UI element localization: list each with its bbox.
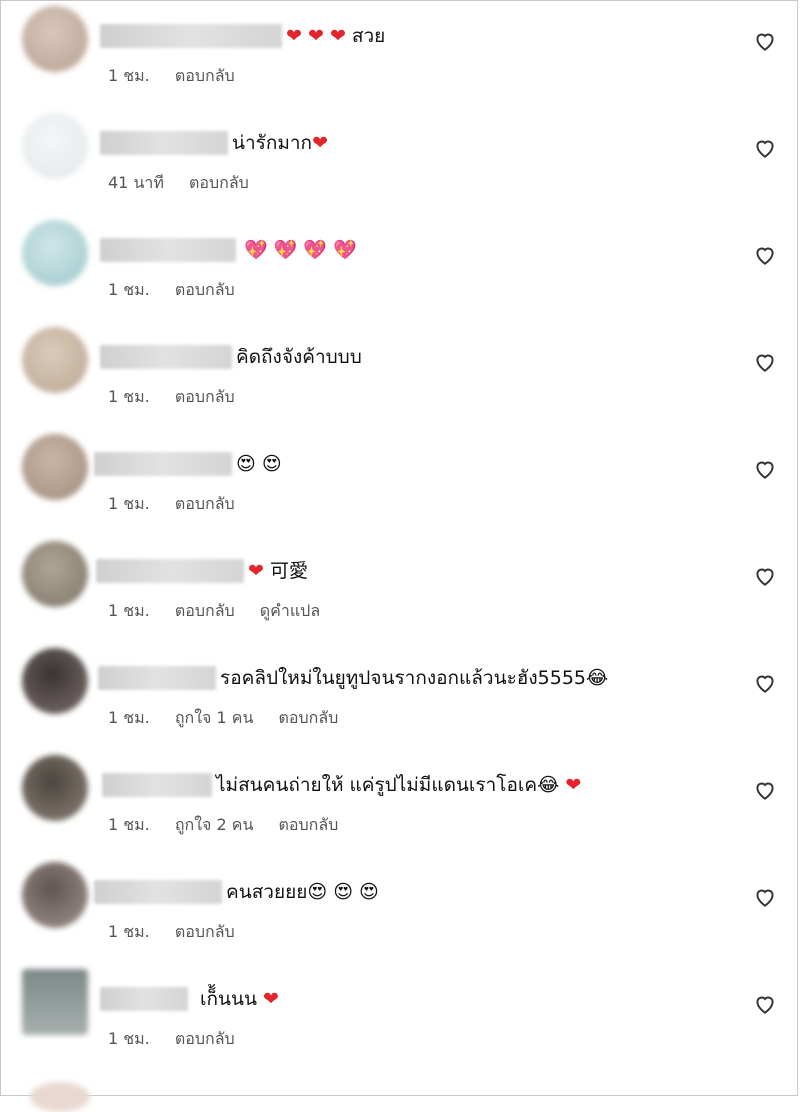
comment-item: ❤ ❤ ❤ สวย 1 ชม. ตอบกลับ <box>0 0 800 107</box>
avatar[interactable] <box>22 541 88 607</box>
comment-item: 😍 😍 1 ชม. ตอบกลับ <box>0 428 800 535</box>
comment-time: 1 ชม. <box>108 387 150 406</box>
comment-meta: 1 ชม. ตอบกลับ ดูคำแปล <box>108 599 340 624</box>
see-translation-button[interactable]: ดูคำแปล <box>260 601 320 620</box>
reply-button[interactable]: ตอบกลับ <box>175 387 235 406</box>
red-heart-emoji: ❤ <box>312 132 328 154</box>
reply-button[interactable]: ตอบกลับ <box>175 494 235 513</box>
avatar[interactable] <box>22 862 88 928</box>
comment-meta: 1 ชม. ตอบกลับ <box>108 385 255 410</box>
comment-text: 💖 💖 💖 💖 <box>244 239 357 261</box>
comment-text: รอคลิปใหม่ในยูทูปจนรากงอกแล้วนะฮัง5555😂 <box>220 667 609 689</box>
comment-time: 1 ชม. <box>108 922 150 941</box>
reply-button[interactable]: ตอบกลับ <box>175 1029 235 1048</box>
like-heart-icon[interactable] <box>752 563 778 589</box>
comment-time: 41 นาที <box>108 173 164 192</box>
comment-time: 1 ชม. <box>108 280 150 299</box>
reply-button[interactable]: ตอบกลับ <box>175 280 235 299</box>
comment-time: 1 ชม. <box>108 815 150 834</box>
like-heart-icon[interactable] <box>752 991 778 1017</box>
comment-item: รอคลิปใหม่ในยูทูปจนรากงอกแล้วนะฮัง5555😂 … <box>0 642 800 749</box>
comment-meta: 1 ชม. ตอบกลับ <box>108 1027 255 1052</box>
comment-text: ❤ ❤ ❤ สวย <box>286 25 386 47</box>
comment-time: 1 ชม. <box>108 66 150 85</box>
username-blurred[interactable] <box>100 24 282 48</box>
comment-item: คิดถึงจังค้าบบบ 1 ชม. ตอบกลับ <box>0 321 800 428</box>
likes-count[interactable]: ถูกใจ 2 คน <box>175 815 254 834</box>
comment-item: คนสวยยย😍 😍 😍 1 ชม. ตอบกลับ <box>0 856 800 963</box>
avatar[interactable] <box>22 220 88 286</box>
comment-item: น่ารักมาก❤ 41 นาที ตอบกลับ <box>0 107 800 214</box>
username-blurred[interactable] <box>100 131 228 155</box>
comment-text: เก็้นนน ❤ <box>200 988 279 1010</box>
like-heart-icon[interactable] <box>752 884 778 910</box>
comment-text: ❤ 可愛 <box>248 560 308 582</box>
comment-text: คิดถึงจังค้าบบบ <box>236 346 362 368</box>
avatar[interactable] <box>22 113 88 179</box>
comment-text: ไม่สนคนถ่ายให้ แค่รูปไม่มีแดนเราโอเค😂 ❤ <box>216 774 582 796</box>
reply-button[interactable]: ตอบกลับ <box>279 815 339 834</box>
avatar[interactable] <box>22 327 88 393</box>
red-heart-emoji: ❤ <box>286 25 302 47</box>
comment-meta: 1 ชม. ตอบกลับ <box>108 64 255 89</box>
comment-item: 💖 💖 💖 💖 1 ชม. ตอบกลับ <box>0 214 800 321</box>
comment-meta: 41 นาที ตอบกลับ <box>108 171 269 196</box>
like-heart-icon[interactable] <box>752 135 778 161</box>
red-heart-emoji: ❤ <box>248 560 264 582</box>
red-heart-emoji: ❤ <box>329 25 346 47</box>
username-blurred[interactable] <box>102 773 212 797</box>
comment-meta: 1 ชม. ถูกใจ 2 คน ตอบกลับ <box>108 813 358 838</box>
reply-button[interactable]: ตอบกลับ <box>175 66 235 85</box>
avatar[interactable] <box>22 755 88 821</box>
comment-meta: 1 ชม. ตอบกลับ <box>108 920 255 945</box>
comment-text: 😍 😍 <box>236 453 282 475</box>
like-heart-icon[interactable] <box>752 670 778 696</box>
comment-item: เก็้นนน ❤ 1 ชม. ตอบกลับ <box>0 963 800 1070</box>
comment-time: 1 ชม. <box>108 494 150 513</box>
username-blurred[interactable] <box>100 238 236 262</box>
comment-text: คนสวยยย😍 😍 😍 <box>226 881 379 903</box>
avatar-partial <box>30 1082 90 1112</box>
avatar[interactable] <box>22 969 88 1035</box>
like-heart-icon[interactable] <box>752 349 778 375</box>
comment-meta: 1 ชม. ถูกใจ 1 คน ตอบกลับ <box>108 706 358 731</box>
comment-meta: 1 ชม. ตอบกลับ <box>108 278 255 303</box>
comment-meta: 1 ชม. ตอบกลับ <box>108 492 255 517</box>
comment-time: 1 ชม. <box>108 1029 150 1048</box>
like-heart-icon[interactable] <box>752 456 778 482</box>
username-blurred[interactable] <box>94 880 222 904</box>
comment-item: ไม่สนคนถ่ายให้ แค่รูปไม่มีแดนเราโอเค😂 ❤ … <box>0 749 800 856</box>
avatar[interactable] <box>22 434 88 500</box>
username-blurred[interactable] <box>100 987 188 1011</box>
like-heart-icon[interactable] <box>752 242 778 268</box>
red-heart-emoji: ❤ <box>565 774 582 796</box>
likes-count[interactable]: ถูกใจ 1 คน <box>175 708 254 727</box>
avatar[interactable] <box>22 648 88 714</box>
comment-time: 1 ชม. <box>108 601 150 620</box>
comment-text: น่ารักมาก❤ <box>232 132 328 154</box>
reply-button[interactable]: ตอบกลับ <box>175 601 235 620</box>
reply-button[interactable]: ตอบกลับ <box>279 708 339 727</box>
like-heart-icon[interactable] <box>752 777 778 803</box>
comment-time: 1 ชม. <box>108 708 150 727</box>
username-blurred[interactable] <box>100 345 232 369</box>
username-blurred[interactable] <box>94 452 232 476</box>
username-blurred[interactable] <box>98 666 216 690</box>
like-heart-icon[interactable] <box>752 28 778 54</box>
red-heart-emoji: ❤ <box>307 25 324 47</box>
avatar[interactable] <box>22 6 88 72</box>
reply-button[interactable]: ตอบกลับ <box>189 173 249 192</box>
username-blurred[interactable] <box>96 559 244 583</box>
red-heart-emoji: ❤ <box>263 988 279 1010</box>
reply-button[interactable]: ตอบกลับ <box>175 922 235 941</box>
comment-item: ❤ 可愛 1 ชม. ตอบกลับ ดูคำแปล <box>0 535 800 642</box>
